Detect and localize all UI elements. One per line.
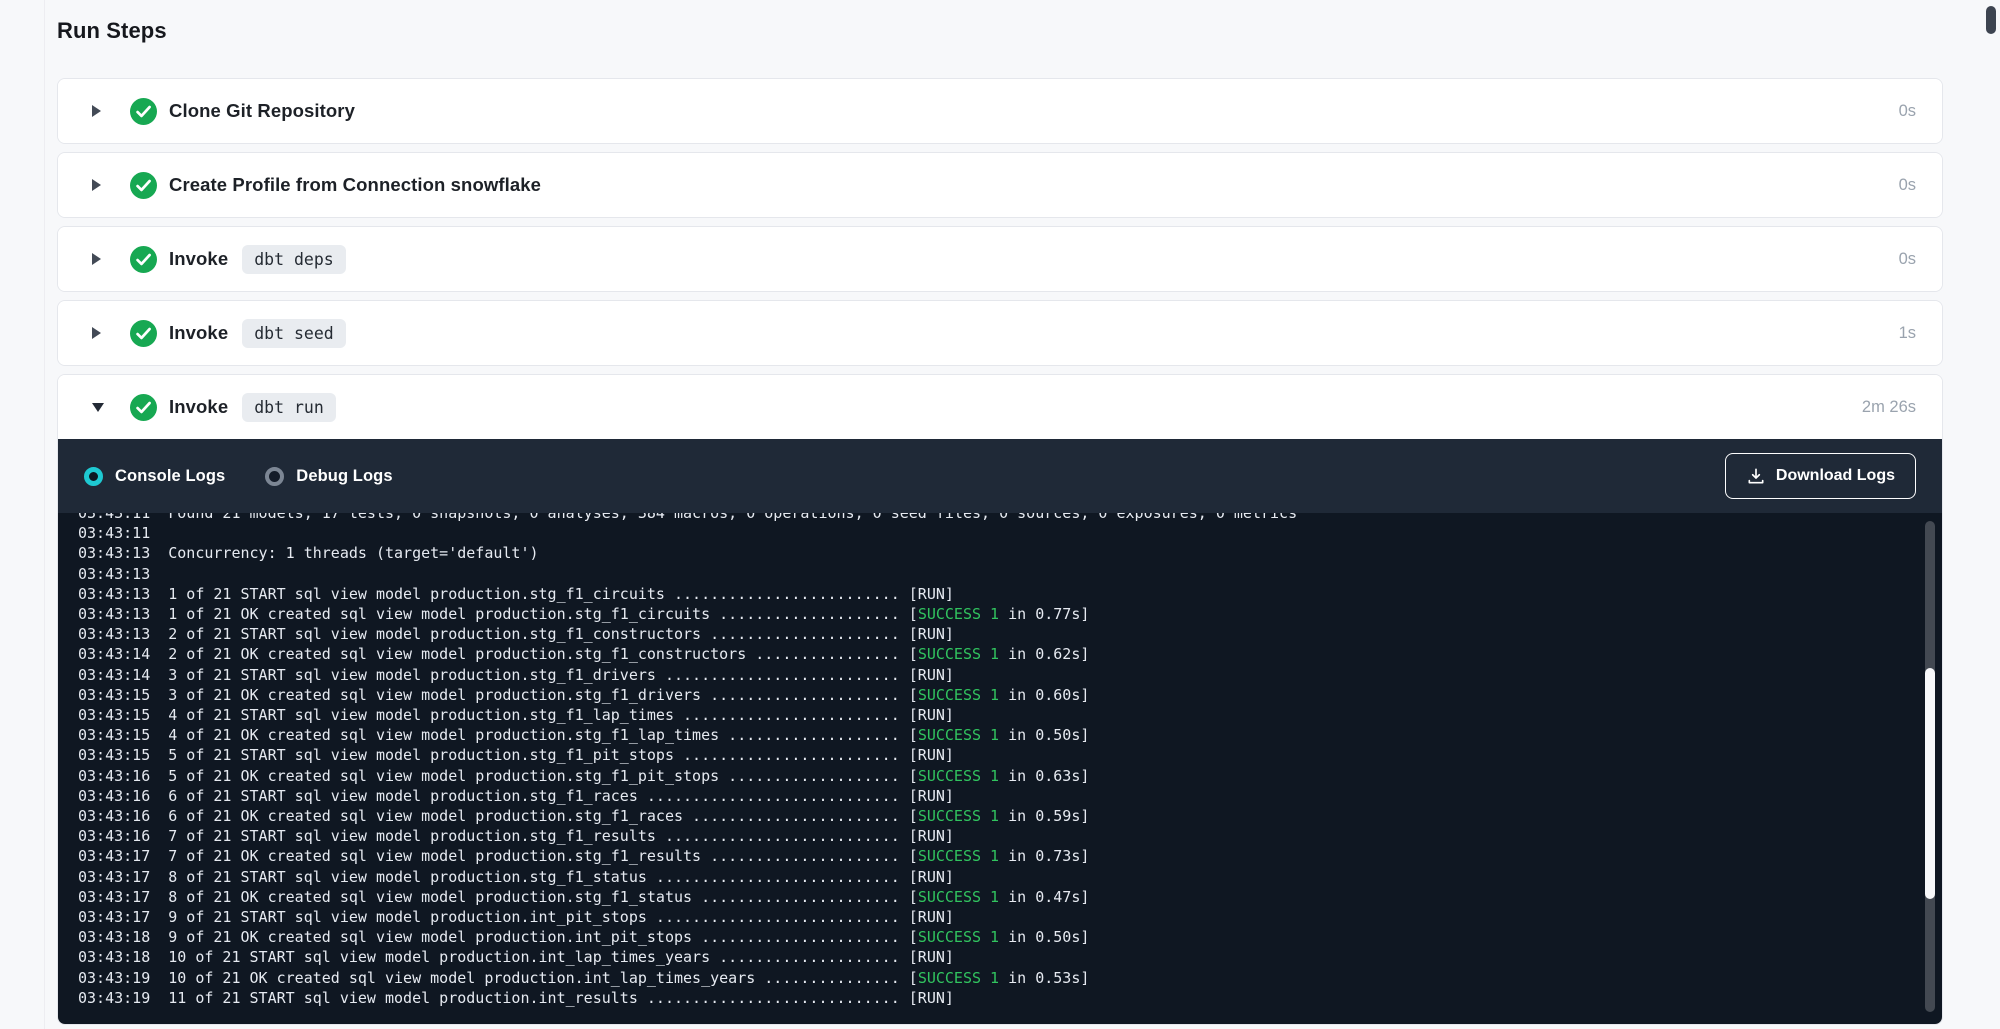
- radio-unselected-icon[interactable]: [265, 467, 284, 486]
- console-panel: Console Logs Debug Logs Download Logs 03…: [58, 439, 1942, 1024]
- step-title: Invoke: [169, 396, 228, 418]
- tab-label: Debug Logs: [296, 467, 392, 486]
- run-steps-page: Run Steps Clone Git Repository 0s Create…: [57, 0, 1943, 1025]
- success-check-icon: [130, 320, 157, 347]
- download-logs-button[interactable]: Download Logs: [1725, 453, 1916, 499]
- log-line: 03:43:154 of 21 START sql view model pro…: [78, 705, 1922, 725]
- success-check-icon: [130, 394, 157, 421]
- step-title: Create Profile from Connection snowflake: [169, 174, 541, 196]
- console-toolbar: Console Logs Debug Logs Download Logs: [58, 439, 1942, 513]
- chevron-right-icon[interactable]: [92, 105, 106, 117]
- console-log-output[interactable]: 03:43:11Found 21 models, 17 tests, 0 sna…: [58, 513, 1942, 1024]
- step-title: Invoke: [169, 322, 228, 344]
- log-line: 03:43:167 of 21 START sql view model pro…: [78, 826, 1922, 846]
- step-header-create-profile[interactable]: Create Profile from Connection snowflake…: [58, 153, 1942, 217]
- step-card-invoke-dbt-deps: Invoke dbt deps 0s: [57, 226, 1943, 292]
- log-line: 03:43:153 of 21 OK created sql view mode…: [78, 685, 1922, 705]
- step-duration: 0s: [1899, 250, 1916, 269]
- step-header-invoke-dbt-run[interactable]: Invoke dbt run 2m 26s: [58, 375, 1942, 439]
- log-line: 03:43:166 of 21 START sql view model pro…: [78, 786, 1922, 806]
- step-command-chip: dbt run: [242, 393, 336, 422]
- log-line: 03:43:178 of 21 OK created sql view mode…: [78, 887, 1922, 907]
- log-line: 03:43:177 of 21 OK created sql view mode…: [78, 846, 1922, 866]
- chevron-right-icon[interactable]: [92, 327, 106, 339]
- step-card-invoke-dbt-run: Invoke dbt run 2m 26s Console Logs Debug…: [57, 374, 1943, 1025]
- chevron-right-icon[interactable]: [92, 253, 106, 265]
- tab-console-logs[interactable]: Console Logs: [84, 467, 225, 486]
- chevron-right-icon[interactable]: [92, 179, 106, 191]
- step-duration: 0s: [1899, 176, 1916, 195]
- download-icon: [1746, 466, 1766, 486]
- log-line: 03:43:179 of 21 START sql view model pro…: [78, 907, 1922, 927]
- step-card-clone-git-repository: Clone Git Repository 0s: [57, 78, 1943, 144]
- log-line: 03:43:13: [78, 564, 1922, 584]
- page-scrollbar-thumb[interactable]: [1986, 6, 1996, 34]
- success-check-icon: [130, 172, 157, 199]
- step-header-invoke-dbt-seed[interactable]: Invoke dbt seed 1s: [58, 301, 1942, 365]
- step-header-invoke-dbt-deps[interactable]: Invoke dbt deps 0s: [58, 227, 1942, 291]
- log-line: 03:43:178 of 21 START sql view model pro…: [78, 867, 1922, 887]
- log-lines: 03:43:11Found 21 models, 17 tests, 0 sna…: [78, 513, 1922, 1008]
- step-title: Invoke: [169, 248, 228, 270]
- log-line: 03:43:165 of 21 OK created sql view mode…: [78, 766, 1922, 786]
- log-line: 03:43:13Concurrency: 1 threads (target='…: [78, 543, 1922, 563]
- step-command-chip: dbt seed: [242, 319, 345, 348]
- radio-selected-icon[interactable]: [84, 467, 103, 486]
- log-line: 03:43:143 of 21 START sql view model pro…: [78, 665, 1922, 685]
- step-title: Clone Git Repository: [169, 100, 355, 122]
- step-duration: 1s: [1899, 324, 1916, 343]
- console-scrollbar-thumb[interactable]: [1925, 668, 1935, 899]
- page-title: Run Steps: [57, 0, 1943, 44]
- log-line: 03:43:131 of 21 OK created sql view mode…: [78, 604, 1922, 624]
- log-line: 03:43:1910 of 21 OK created sql view mod…: [78, 968, 1922, 988]
- log-line: 03:43:11Found 21 models, 17 tests, 0 sna…: [78, 513, 1922, 523]
- success-check-icon: [130, 98, 157, 125]
- download-logs-label: Download Logs: [1776, 467, 1895, 485]
- log-line: 03:43:11: [78, 523, 1922, 543]
- log-line: 03:43:142 of 21 OK created sql view mode…: [78, 644, 1922, 664]
- success-check-icon: [130, 246, 157, 273]
- content-left-border: [44, 0, 45, 1029]
- log-line: 03:43:1810 of 21 START sql view model pr…: [78, 947, 1922, 967]
- log-line: 03:43:155 of 21 START sql view model pro…: [78, 745, 1922, 765]
- chevron-down-icon[interactable]: [92, 403, 106, 412]
- tab-label: Console Logs: [115, 467, 225, 486]
- step-duration: 0s: [1899, 102, 1916, 121]
- log-line: 03:43:132 of 21 START sql view model pro…: [78, 624, 1922, 644]
- tab-debug-logs[interactable]: Debug Logs: [265, 467, 392, 486]
- log-line: 03:43:154 of 21 OK created sql view mode…: [78, 725, 1922, 745]
- step-card-invoke-dbt-seed: Invoke dbt seed 1s: [57, 300, 1943, 366]
- step-card-create-profile: Create Profile from Connection snowflake…: [57, 152, 1943, 218]
- log-line: 03:43:131 of 21 START sql view model pro…: [78, 584, 1922, 604]
- log-line: 03:43:166 of 21 OK created sql view mode…: [78, 806, 1922, 826]
- log-line: 03:43:1911 of 21 START sql view model pr…: [78, 988, 1922, 1008]
- step-duration: 2m 26s: [1862, 398, 1916, 417]
- console-scrollbar[interactable]: [1925, 521, 1935, 1012]
- log-line: 03:43:189 of 21 OK created sql view mode…: [78, 927, 1922, 947]
- step-header-clone-git-repository[interactable]: Clone Git Repository 0s: [58, 79, 1942, 143]
- step-command-chip: dbt deps: [242, 245, 345, 274]
